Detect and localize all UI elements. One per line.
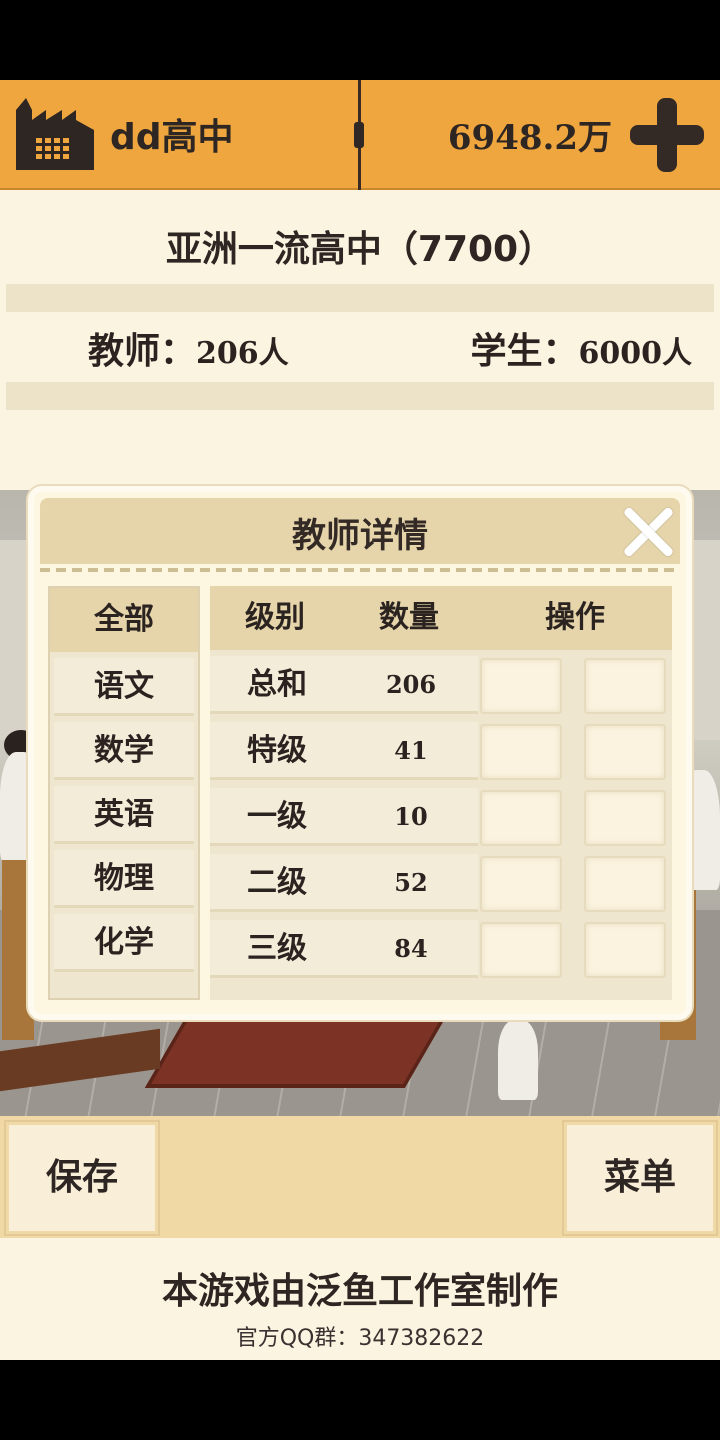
level-cell: 三级 (247, 931, 307, 966)
count-cell: 41 (394, 736, 428, 765)
action-button-slot[interactable] (584, 790, 666, 846)
teachers-value: 206人 (196, 336, 289, 371)
action-button-slot[interactable] (480, 724, 562, 780)
school-name: dd高中 (110, 117, 234, 158)
close-icon[interactable] (620, 504, 676, 560)
action-button-slot[interactable] (480, 922, 562, 978)
bottom-bar: 保存 菜单 (0, 1116, 720, 1238)
table-row: 三级 84 (210, 914, 672, 980)
top-bar: dd高中 6948.2万 (0, 80, 720, 190)
student-count: 学生：6000人 (470, 322, 692, 374)
dialog-header: 教师详情 (40, 498, 680, 572)
studio-credit: 本游戏由泛鱼工作室制作 (161, 1271, 558, 1312)
divider-knob (354, 122, 364, 148)
action-button-slot[interactable] (480, 658, 562, 714)
table-row: 一级 10 (210, 782, 672, 848)
save-button[interactable]: 保存 (6, 1122, 158, 1234)
subject-all-tab[interactable]: 全部 (50, 588, 198, 652)
school-info-panel: 亚洲一流高中（7700） 教师：206人 学生：6000人 (0, 190, 720, 490)
qq-group-text: 官方QQ群：347382622 (235, 1326, 485, 1351)
level-cell: 特级 (247, 733, 307, 768)
column-header-level: 级别 (245, 600, 305, 635)
factory-icon (16, 98, 94, 170)
count-cell: 10 (394, 802, 428, 831)
action-button-slot[interactable] (480, 790, 562, 846)
menu-button[interactable]: 菜单 (564, 1122, 716, 1234)
count-cell: 52 (394, 868, 428, 897)
stripe-divider (6, 382, 714, 410)
action-button-slot[interactable] (584, 724, 666, 780)
action-button-slot[interactable] (584, 922, 666, 978)
table-row: 二级 52 (210, 848, 672, 914)
scene-doormat (144, 1018, 446, 1088)
action-button-slot[interactable] (584, 658, 666, 714)
subject-item-math[interactable]: 数学 (54, 722, 194, 780)
school-rank-title: 亚洲一流高中（7700） (165, 229, 555, 270)
level-cell: 一级 (247, 799, 307, 834)
teacher-details-dialog: 教师详情 全部 语文 数学 英语 物理 化学 级别 数量 操作 总和 206 特… (28, 486, 692, 1020)
subject-item-chinese[interactable]: 语文 (54, 658, 194, 716)
subject-item-chemistry[interactable]: 化学 (54, 914, 194, 972)
student-figure-legs-white (498, 1020, 538, 1100)
subject-item-english[interactable]: 英语 (54, 786, 194, 844)
plus-icon-vertical (657, 98, 677, 172)
column-header-count: 数量 (379, 600, 439, 635)
table-header: 级别 数量 操作 (210, 586, 672, 650)
subject-item-physics[interactable]: 物理 (54, 850, 194, 908)
students-value: 6000人 (578, 336, 693, 371)
action-button-slot[interactable] (584, 856, 666, 912)
plus-icon[interactable] (630, 98, 704, 172)
teacher-level-table: 级别 数量 操作 总和 206 特级 41 一级 10 二级 52 三级 84 (210, 586, 672, 1000)
column-header-action: 操作 (545, 600, 605, 635)
credits-panel: 本游戏由泛鱼工作室制作 官方QQ群：347382622 (0, 1238, 720, 1360)
level-cell: 二级 (247, 865, 307, 900)
count-cell: 84 (394, 934, 428, 963)
stripe-divider (6, 284, 714, 312)
subject-list: 全部 语文 数学 英语 物理 化学 (48, 586, 200, 1000)
table-row: 总和 206 (210, 650, 672, 716)
teacher-count: 教师：206人 (88, 322, 289, 374)
dialog-title: 教师详情 (292, 516, 428, 556)
money-amount: 6948.2万 (447, 118, 612, 158)
teachers-label: 教师： (88, 331, 197, 372)
count-cell: 206 (385, 670, 437, 699)
table-row: 特级 41 (210, 716, 672, 782)
level-cell: 总和 (247, 667, 307, 702)
students-label: 学生： (470, 331, 579, 372)
action-button-slot[interactable] (480, 856, 562, 912)
